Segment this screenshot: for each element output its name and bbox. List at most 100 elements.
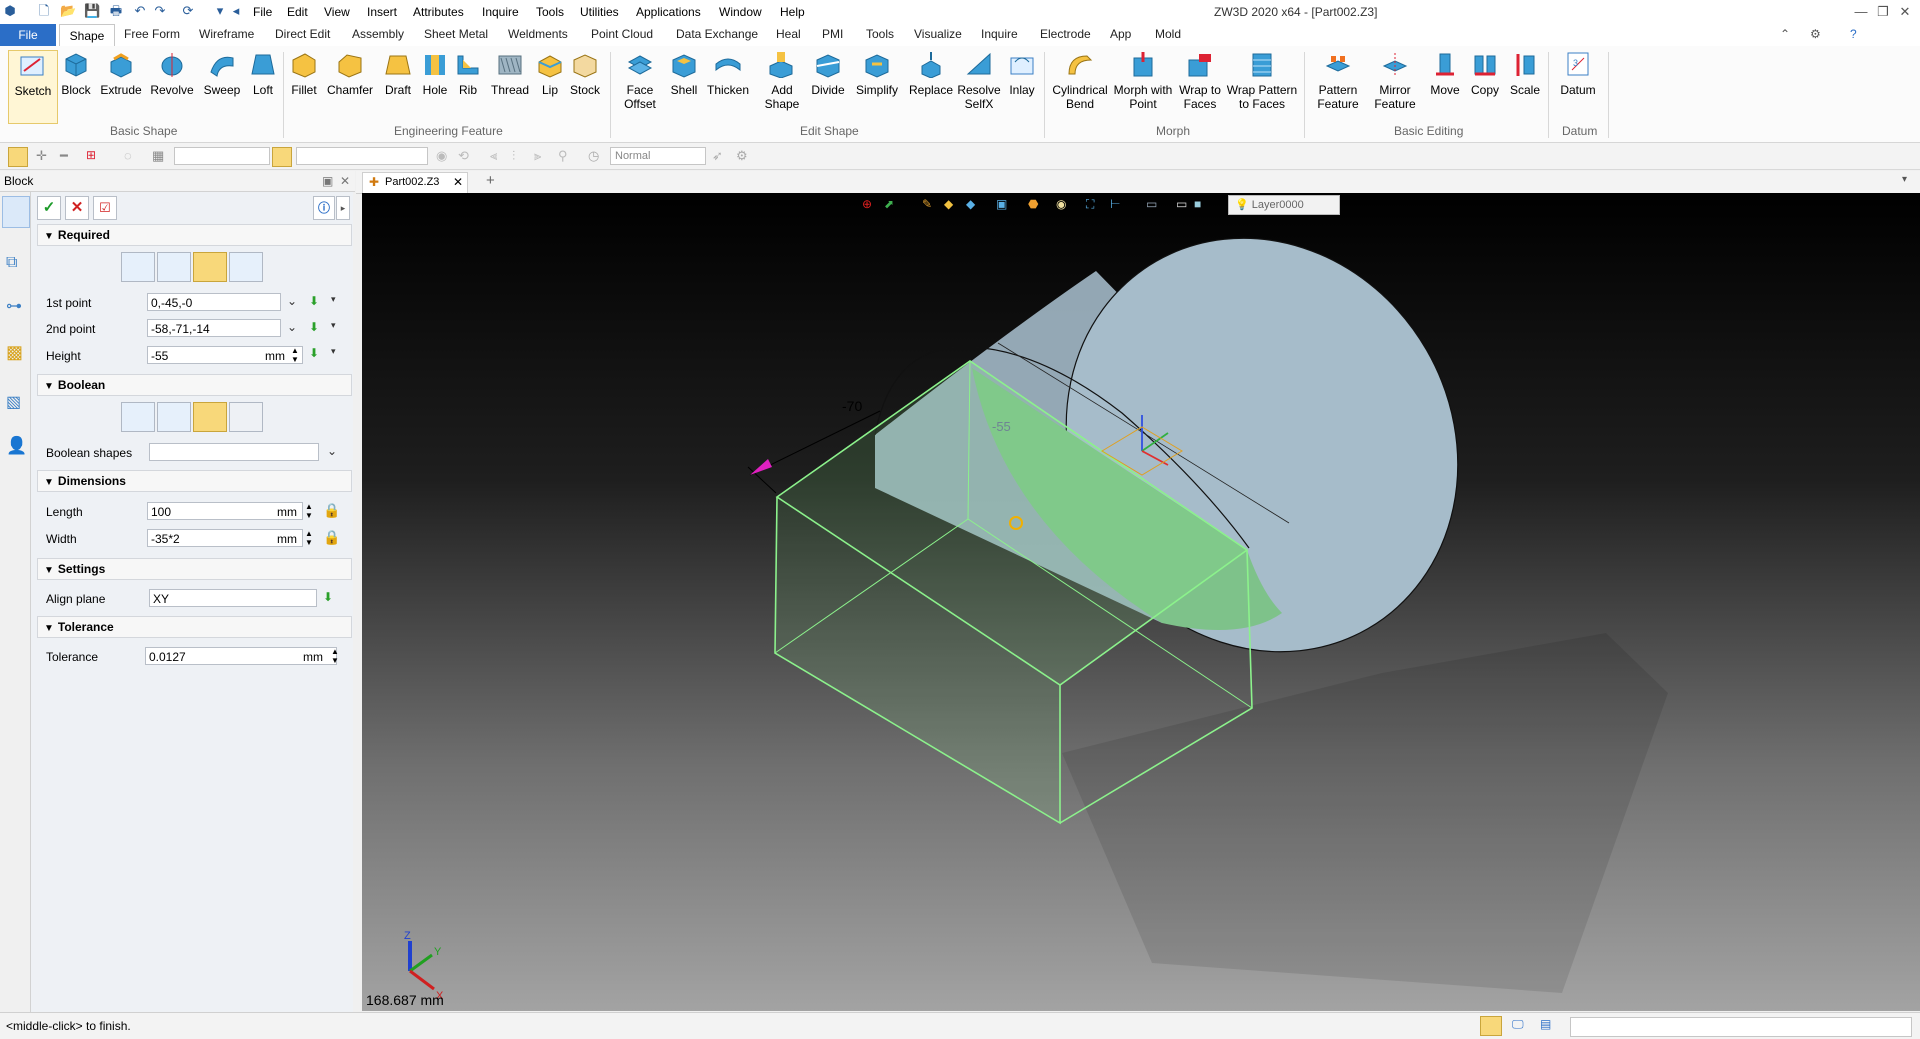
block-type-corner-height[interactable] <box>193 252 227 282</box>
lip-button[interactable]: Lip <box>534 50 566 97</box>
tab-shape[interactable]: Shape <box>59 24 115 47</box>
tab-tools[interactable]: Tools <box>866 27 894 41</box>
revolve-button[interactable]: Revolve <box>148 50 196 97</box>
wrap-pattern-to-faces-button[interactable]: Wrap Pattern to Faces <box>1226 50 1298 111</box>
ribbon-collapse-icon[interactable]: ⌃ <box>1780 27 1790 41</box>
sketch-button[interactable]: Sketch <box>8 50 58 124</box>
align-center-icon[interactable]: ⫶ <box>512 148 515 164</box>
tolerance-spinner[interactable]: ▲ ▼ <box>331 647 339 665</box>
section-settings[interactable]: ▼ Settings <box>37 558 352 580</box>
pattern-feature-button[interactable]: Pattern Feature <box>1310 50 1366 111</box>
align-right-icon[interactable]: ⫸ <box>534 148 541 164</box>
boolean-shapes-field[interactable] <box>149 443 319 461</box>
extrude-button[interactable]: Extrude <box>98 50 144 97</box>
copy-button[interactable]: Copy <box>1466 50 1504 97</box>
align-left-icon[interactable]: ⫷ <box>490 148 497 164</box>
align-plane-field[interactable]: XY <box>149 589 317 607</box>
menu-utilities[interactable]: Utilities <box>580 5 619 19</box>
block-button[interactable]: Block <box>56 50 96 97</box>
select-arrow-icon[interactable] <box>8 147 28 167</box>
draft-button[interactable]: Draft <box>380 50 416 97</box>
assembly-tree-icon[interactable]: ⊶ <box>6 296 22 316</box>
pick-plane-icon[interactable]: ⬇ <box>323 590 333 604</box>
block-type-three-point[interactable] <box>229 252 263 282</box>
boolean-intersect-button[interactable] <box>229 402 263 432</box>
shell-button[interactable]: Shell <box>668 50 700 97</box>
section-dimensions[interactable]: ▼ Dimensions <box>37 470 352 492</box>
move-button[interactable]: Move <box>1426 50 1464 97</box>
morph-with-point-button[interactable]: Morph with Point <box>1112 50 1174 111</box>
snap-icon[interactable] <box>272 147 292 167</box>
height-spinner[interactable]: ▲ ▼ <box>291 346 299 364</box>
hole-button[interactable]: Hole <box>418 50 452 97</box>
menu-edit[interactable]: Edit <box>287 5 308 19</box>
tab-pmi[interactable]: PMI <box>822 27 843 41</box>
command-input[interactable] <box>1570 1017 1912 1037</box>
part-icon[interactable]: ▩ <box>6 342 23 363</box>
mirror-feature-button[interactable]: Mirror Feature <box>1368 50 1422 111</box>
boolean-remove-button[interactable] <box>193 402 227 432</box>
user-icon[interactable]: 👤 <box>6 436 27 456</box>
lock-icon[interactable]: 🔒 <box>323 502 340 519</box>
menu-file[interactable]: File <box>253 5 272 19</box>
stop-icon[interactable]: ◉ <box>436 148 447 164</box>
expand-panel-icon[interactable]: ▸ <box>336 196 350 220</box>
menu-attributes[interactable]: Attributes <box>413 5 464 19</box>
loft-button[interactable]: Loft <box>246 50 280 97</box>
reload-icon[interactable]: ⟲ <box>458 148 469 164</box>
tab-electrode[interactable]: Electrode <box>1040 27 1091 41</box>
tab-wireframe[interactable]: Wireframe <box>199 27 254 41</box>
tab-direct-edit[interactable]: Direct Edit <box>275 27 330 41</box>
tab-weldments[interactable]: Weldments <box>508 27 568 41</box>
boolean-add-button[interactable] <box>157 402 191 432</box>
refresh-icon[interactable]: ⟳ <box>180 3 196 19</box>
tab-data-exchange[interactable]: Data Exchange <box>676 27 758 41</box>
datum-button[interactable]: 3 Datum <box>1554 50 1602 97</box>
tab-inquire[interactable]: Inquire <box>981 27 1018 41</box>
cursor-icon[interactable]: ➶ <box>712 148 723 164</box>
tab-free-form[interactable]: Free Form <box>124 27 180 41</box>
new-tab-button[interactable]: + <box>486 172 495 189</box>
rib-button[interactable]: Rib <box>452 50 484 97</box>
save-icon[interactable]: 💾 <box>84 3 100 19</box>
panel-pin-icon[interactable]: ▣ <box>322 174 333 188</box>
app-logo-icon[interactable]: ⬢ <box>2 3 18 19</box>
menu-applications[interactable]: Applications <box>636 5 701 19</box>
chevron-double-down-icon[interactable]: ⌄ <box>287 294 297 308</box>
wrap-to-faces-button[interactable]: Wrap to Faces <box>1176 50 1224 111</box>
chamfer-button[interactable]: Chamfer <box>326 50 374 97</box>
tab-list-icon[interactable]: ▾ <box>1902 174 1907 185</box>
settings-gear-icon[interactable]: ⚙ <box>1810 27 1821 41</box>
tab-sheet-metal[interactable]: Sheet Metal <box>424 27 488 41</box>
status-list-icon[interactable]: ▤ <box>1540 1017 1551 1031</box>
second-point-field[interactable]: -58,-71,-14 <box>147 319 281 337</box>
apply-icon[interactable]: ☑ <box>93 196 117 220</box>
scale-button[interactable]: Scale <box>1506 50 1544 97</box>
chevron-double-down-icon[interactable]: ⌄ <box>287 320 297 334</box>
sweep-button[interactable]: Sweep <box>200 50 244 97</box>
tab-point-cloud[interactable]: Point Cloud <box>591 27 653 41</box>
width-spinner[interactable]: ▲ ▼ <box>305 529 313 547</box>
back-arrow-icon[interactable]: ◂ <box>228 3 244 19</box>
snap-combo[interactable] <box>296 147 428 165</box>
document-tab-close-icon[interactable]: ✕ <box>453 175 463 189</box>
block-type-center[interactable] <box>157 252 191 282</box>
info-icon[interactable]: ⓘ <box>313 196 335 220</box>
fillet-button[interactable]: Fillet <box>286 50 322 97</box>
first-point-field[interactable]: 0,-45,-0 <box>147 293 281 311</box>
replace-button[interactable]: Replace <box>906 50 956 97</box>
tab-heal[interactable]: Heal <box>776 27 801 41</box>
chevron-down-icon[interactable]: ▾ <box>331 346 336 357</box>
tab-file[interactable]: File <box>0 24 56 46</box>
panel-close-icon[interactable]: ✕ <box>340 174 350 188</box>
pick-height-icon[interactable]: ⬇ <box>309 346 319 360</box>
block-type-two-point[interactable] <box>121 252 155 282</box>
resolve-selfx-button[interactable]: Resolve SelfX <box>956 50 1002 111</box>
stock-button[interactable]: Stock <box>566 50 604 97</box>
tab-visualize[interactable]: Visualize <box>914 27 962 41</box>
open-folder-icon[interactable]: 📂 <box>60 3 76 19</box>
section-required[interactable]: ▼ Required <box>37 224 352 246</box>
pick-point-icon[interactable]: ⬇ <box>309 294 319 308</box>
graphics-viewport[interactable]: ⊕ ⬈ ✎ ◆ ◆ ▣ ⬣ ◉ ⛶ ⊢ ▭ ▭ ■ 💡 Layer0000 -7… <box>362 193 1920 1011</box>
chevron-down-icon[interactable]: ▾ <box>331 320 336 331</box>
